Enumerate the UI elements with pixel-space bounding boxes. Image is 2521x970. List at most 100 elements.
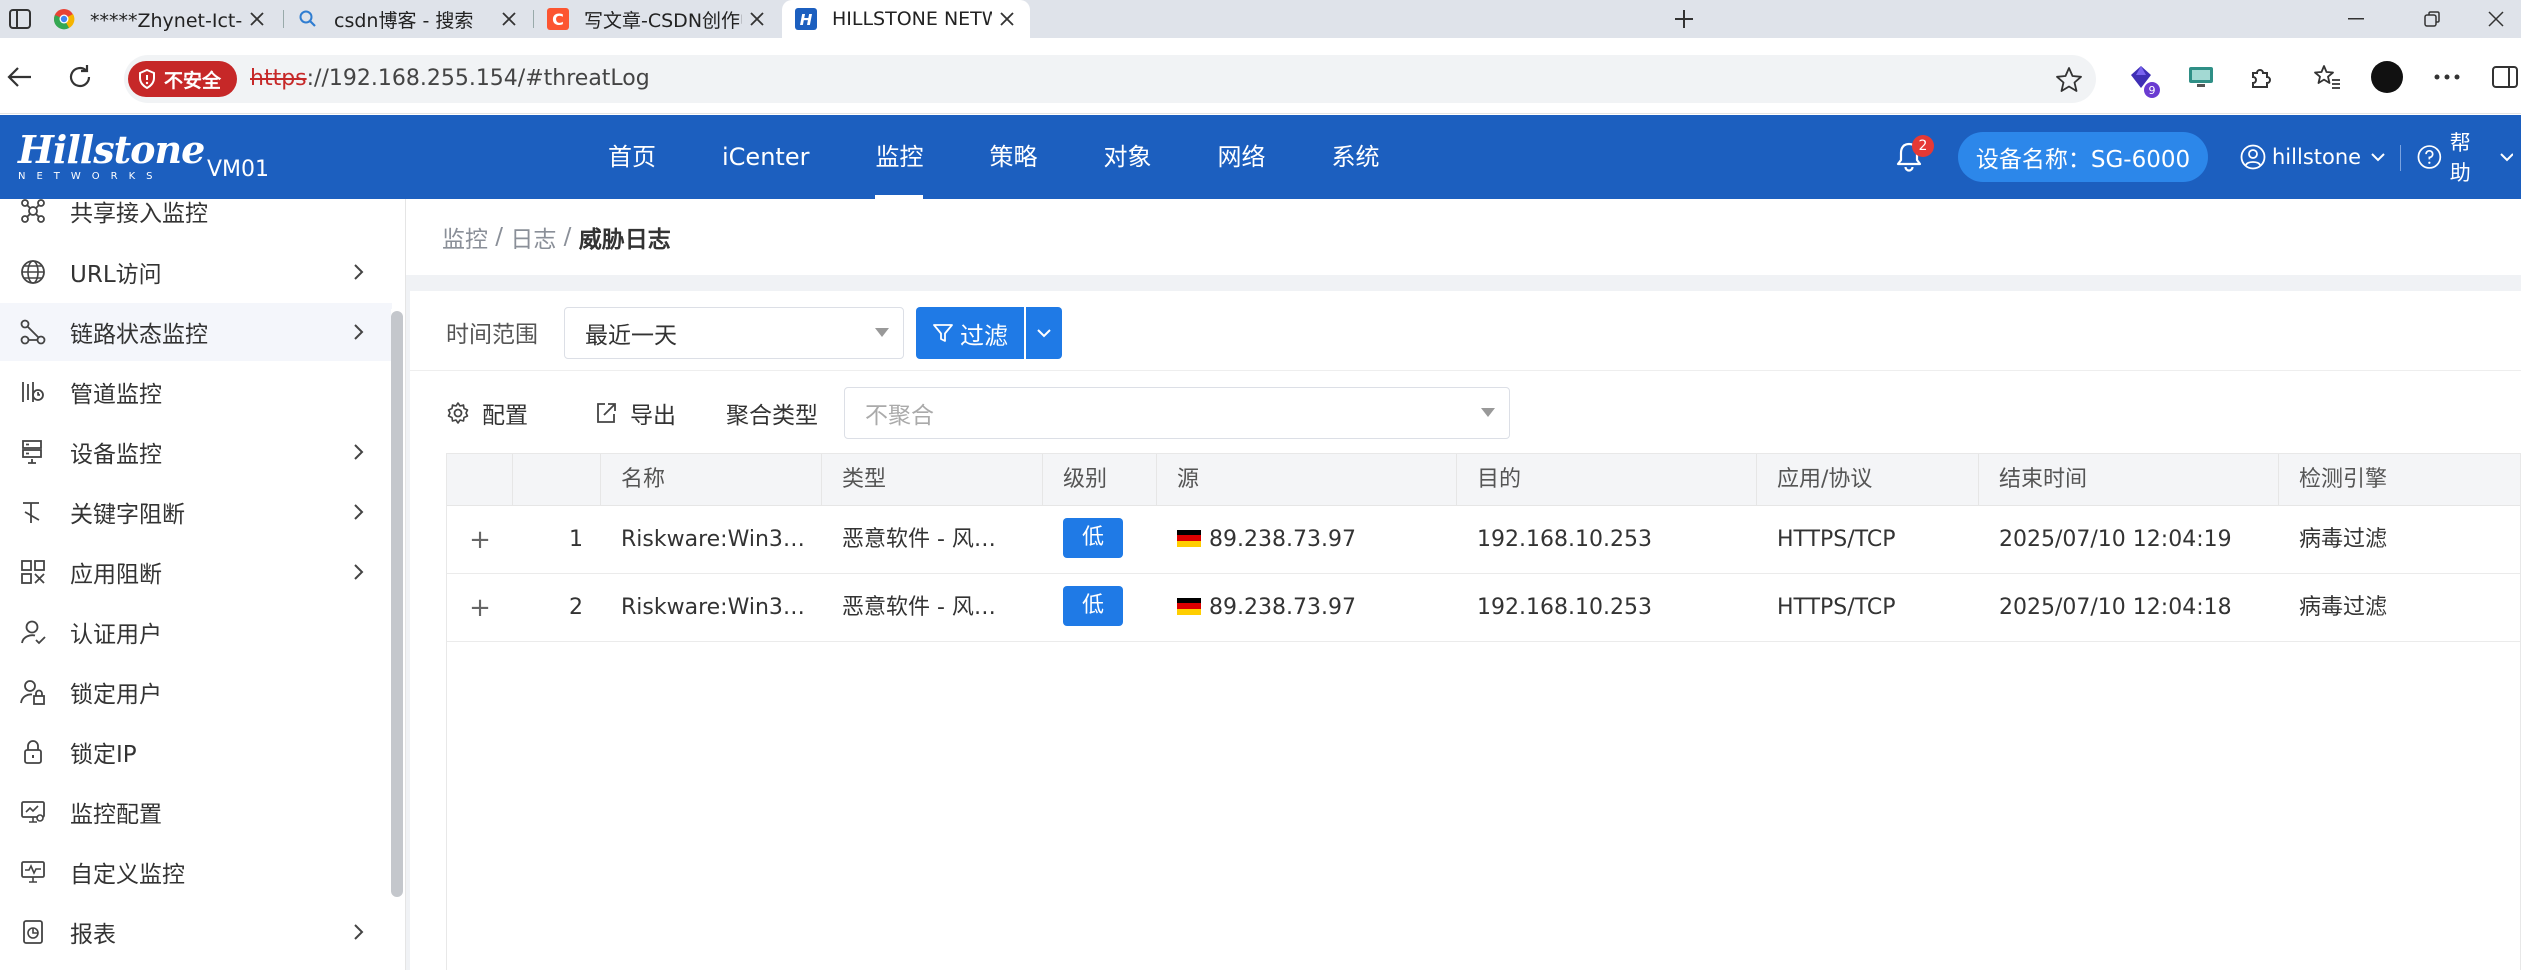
destination-ip: 192.168.10.253 <box>1477 595 1652 620</box>
col-source[interactable]: 源 <box>1157 454 1457 506</box>
expand-row-icon[interactable]: + <box>447 574 513 642</box>
chevron-right-icon <box>354 444 364 460</box>
sidebar-item-share-monitor[interactable]: 共享接入监控 <box>0 199 392 240</box>
locked-user-icon <box>16 675 50 709</box>
close-tab-icon[interactable] <box>742 4 772 34</box>
extension-gem-icon[interactable]: 9 <box>2124 60 2160 98</box>
toolbar: 配置 导出 聚合类型 不聚合 <box>410 371 2521 455</box>
more-menu-icon[interactable] <box>2430 60 2464 94</box>
time-range-select[interactable]: 最近一天 <box>564 307 904 359</box>
col-destination[interactable]: 目的 <box>1457 454 1757 506</box>
sidebar-item-device-monitor[interactable]: 设备监控 <box>0 423 392 481</box>
col-app-protocol[interactable]: 应用/协议 <box>1757 454 1979 506</box>
nav-home[interactable]: 首页 <box>575 115 689 199</box>
nav-system[interactable]: 系统 <box>1298 115 1412 199</box>
hillstone-favicon-icon: H <box>794 7 818 31</box>
nav-monitor[interactable]: 监控 <box>842 115 956 199</box>
detection-engine: 病毒过滤 <box>2299 527 2388 552</box>
time-range-label: 时间范围 <box>446 322 538 348</box>
help-menu[interactable]: 帮助 <box>2417 115 2521 199</box>
config-button[interactable]: 配置 <box>446 371 528 455</box>
expand-row-icon[interactable]: + <box>447 506 513 574</box>
sidebar-scrollbar[interactable] <box>391 311 403 897</box>
threat-name: Riskware:Win3… <box>621 527 805 552</box>
close-tab-icon[interactable] <box>992 4 1022 34</box>
tab-csdn-search[interactable]: csdn博客 - 搜索 <box>284 0 532 38</box>
aggregation-type-select[interactable]: 不聚合 <box>844 387 1510 439</box>
app-protocol: HTTPS/TCP <box>1777 527 1896 552</box>
col-name[interactable]: 名称 <box>601 454 822 506</box>
nav-icenter[interactable]: iCenter <box>689 115 842 199</box>
threat-type: 恶意软件 - 风… <box>842 595 996 620</box>
close-window-icon[interactable] <box>2468 0 2521 38</box>
back-icon[interactable] <box>0 57 40 97</box>
filter-dropdown-toggle[interactable] <box>1026 307 1062 359</box>
col-level[interactable]: 级别 <box>1043 454 1157 506</box>
tab-hillstone[interactable]: H HILLSTONE NETWORKS <box>782 0 1030 38</box>
sidebar-item-lock-ip[interactable]: 锁定IP <box>0 723 392 781</box>
main-content: 监控 / 日志 / 威胁日志 时间范围 最近一天 过滤 配置 导出 聚合类型 不… <box>406 199 2521 970</box>
sidebar-item-locked-user[interactable]: 锁定用户 <box>0 663 392 721</box>
col-engine[interactable]: 检测引擎 <box>2279 454 2520 506</box>
page-title: 威胁日志 <box>578 227 671 253</box>
sidebar-item-url-access[interactable]: URL访问 <box>0 243 392 301</box>
col-type[interactable]: 类型 <box>822 454 1043 506</box>
close-tab-icon[interactable] <box>242 4 272 34</box>
close-tab-icon[interactable] <box>494 4 524 34</box>
source-ip: 89.238.73.97 <box>1209 527 1356 552</box>
export-button[interactable]: 导出 <box>594 371 676 455</box>
filter-button[interactable]: 过滤 <box>916 307 1024 359</box>
threat-log-table: 名称 类型 级别 源 目的 应用/协议 结束时间 检测引擎 + 1 Riskwa… <box>446 453 2521 970</box>
sidebar-item-custom-monitor[interactable]: 自定义监控 <box>0 843 392 901</box>
table-row[interactable]: + 1 Riskware:Win3… 恶意软件 - 风… 低 89.238.73… <box>447 506 2520 574</box>
custom-monitor-icon <box>16 855 50 889</box>
not-secure-label: 不安全 <box>164 69 222 92</box>
sidebar-toggle-icon[interactable] <box>2488 60 2521 94</box>
sidebar-item-auth-user[interactable]: 认证用户 <box>0 603 392 661</box>
threat-name: Riskware:Win3… <box>621 595 805 620</box>
sidebar-item-keyword-block[interactable]: 关键字阻断 <box>0 483 392 541</box>
favorite-star-icon[interactable] <box>2054 65 2084 95</box>
tab-zhynet[interactable]: *****Zhynet-Ict-Lab | 实验拓扑图* <box>40 0 280 38</box>
table-row[interactable]: + 2 Riskware:Win3… 恶意软件 - 风… 低 89.238.73… <box>447 574 2520 642</box>
tab-csdn-write[interactable]: C 写文章-CSDN创作中心 <box>534 0 780 38</box>
germany-flag-icon <box>1177 597 1201 615</box>
tab-title: HILLSTONE NETWORKS <box>832 8 992 30</box>
not-secure-badge[interactable]: 不安全 <box>128 61 238 97</box>
breadcrumb-log[interactable]: 日志 <box>510 220 556 254</box>
omnibox[interactable]: 不安全 https://192.168.255.154/#threatLog <box>124 55 2096 103</box>
cast-screen-icon[interactable] <box>2184 60 2218 94</box>
tab-title: 写文章-CSDN创作中心 <box>584 9 742 32</box>
username: hillstone <box>2272 145 2362 169</box>
user-menu[interactable]: hillstone <box>2240 115 2391 199</box>
sidebar: 共享接入监控 URL访问 链路状态监控 管道监控 设备监控 关键字阻断 应用阻断… <box>0 199 406 970</box>
col-end-time[interactable]: 结束时间 <box>1979 454 2279 506</box>
hillstone-logo: Hillstone NETWORKS <box>18 127 205 183</box>
sidebar-item-app-block[interactable]: 应用阻断 <box>0 543 392 601</box>
monitor-config-icon <box>16 795 50 829</box>
destination-ip: 192.168.10.253 <box>1477 527 1652 552</box>
sidebar-item-pipe-monitor[interactable]: 管道监控 <box>0 363 392 421</box>
url-text[interactable]: https://192.168.255.154/#threatLog <box>250 55 650 103</box>
nav-object[interactable]: 对象 <box>1070 115 1184 199</box>
sidebar-item-report[interactable]: 报表 <box>0 903 392 961</box>
breadcrumb-monitor[interactable]: 监控 <box>442 220 488 254</box>
caret-down-icon <box>875 328 889 337</box>
browser-tab-strip: *****Zhynet-Ict-Lab | 实验拓扑图* csdn博客 - 搜索… <box>0 0 2521 38</box>
nav-policy[interactable]: 策略 <box>956 115 1070 199</box>
extensions-puzzle-icon[interactable] <box>2244 60 2278 94</box>
help-icon <box>2417 145 2442 169</box>
chevron-down-icon <box>1037 328 1051 337</box>
chevron-right-icon <box>354 264 364 280</box>
restore-icon[interactable] <box>2404 0 2460 38</box>
profile-avatar[interactable] <box>2370 60 2404 94</box>
sidebar-item-monitor-config[interactable]: 监控配置 <box>0 783 392 841</box>
nav-network[interactable]: 网络 <box>1184 115 1298 199</box>
sidebar-item-link-status[interactable]: 链路状态监控 <box>0 303 392 361</box>
minimize-icon[interactable] <box>2328 0 2384 38</box>
refresh-icon[interactable] <box>60 57 100 97</box>
tab-actions-icon[interactable] <box>6 6 34 32</box>
gear-icon <box>447 402 469 424</box>
favorites-list-icon[interactable] <box>2310 60 2344 94</box>
new-tab-icon[interactable] <box>1666 2 1702 36</box>
